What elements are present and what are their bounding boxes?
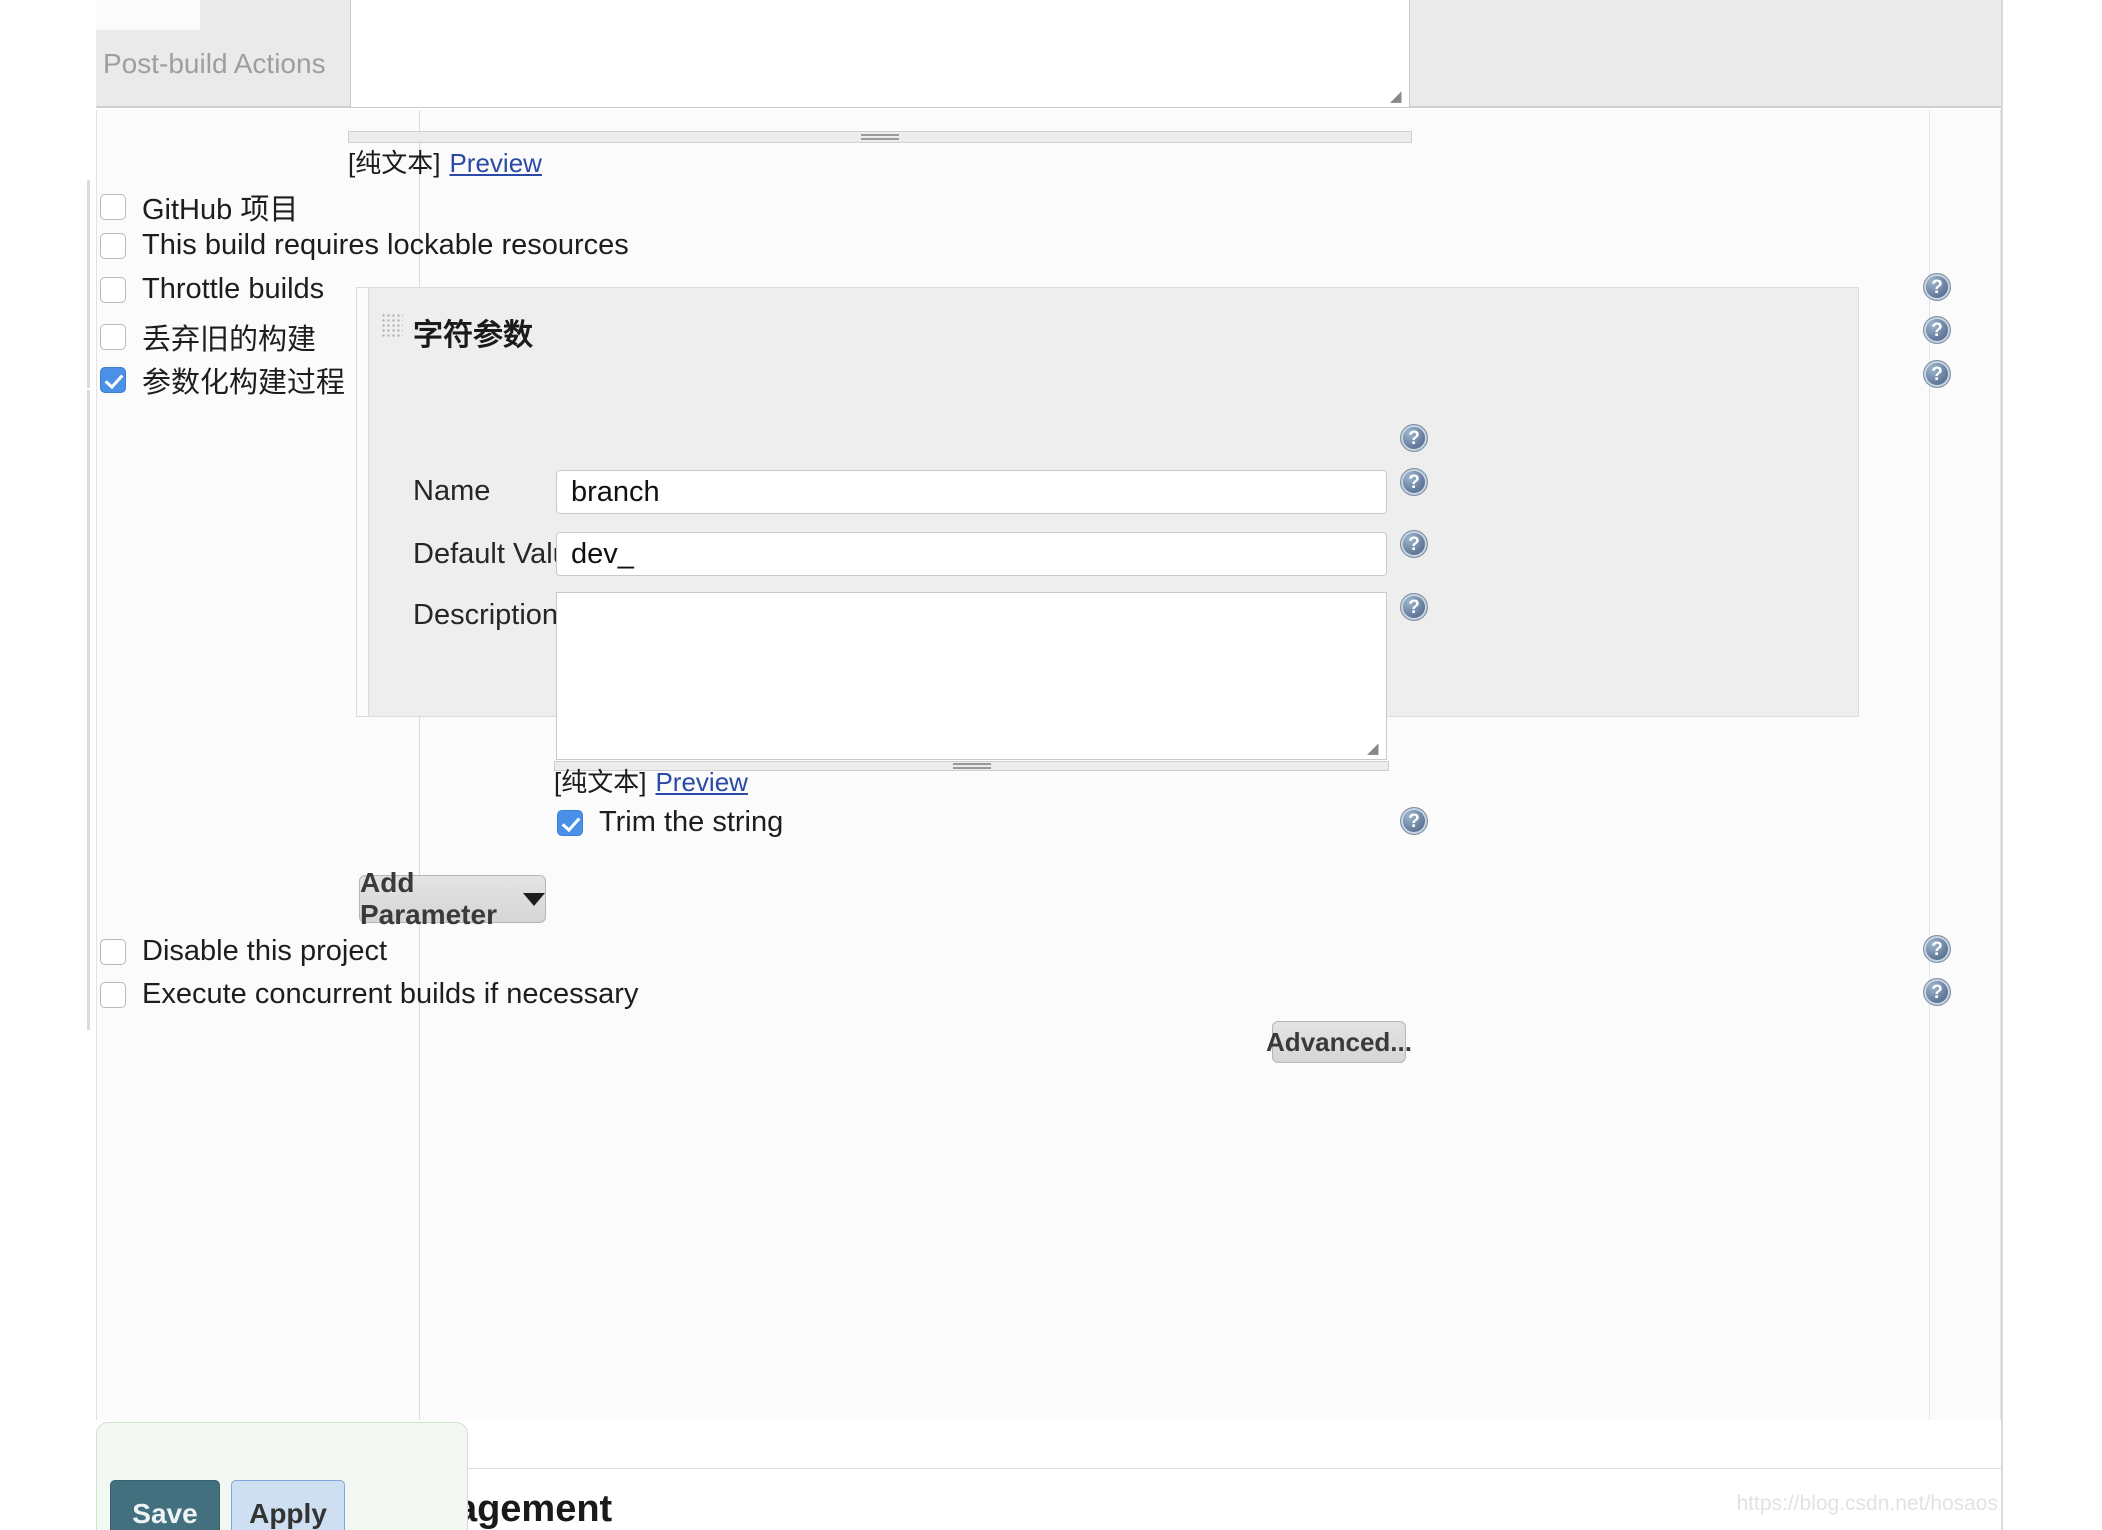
trim-the-string-label: Trim the string bbox=[599, 806, 783, 839]
watermark-text: https://blog.csdn.net/hosaos bbox=[1736, 1492, 1998, 1516]
parameter-panel-left-stripe bbox=[357, 288, 369, 716]
github-project-label: GitHub 项目 bbox=[142, 186, 298, 228]
parameter-default-value-input[interactable] bbox=[556, 532, 1387, 576]
grip-icon bbox=[861, 134, 899, 140]
checkbox-row-discard-old-builds[interactable]: 丢弃旧的构建 bbox=[100, 316, 316, 358]
parameter-preview-link[interactable]: Preview bbox=[655, 767, 747, 798]
help-icon-trim-the-string[interactable]: ? bbox=[1400, 807, 1428, 835]
chevron-down-icon bbox=[523, 893, 545, 906]
page-right-margin bbox=[2001, 0, 2102, 1530]
help-icon-discard-old-builds[interactable]: ? bbox=[1923, 316, 1951, 344]
option-group-guide-line-bottom bbox=[87, 930, 90, 1030]
tab-post-build-actions-label: Post-build Actions bbox=[103, 48, 326, 80]
checkbox-row-throttle-builds[interactable]: Throttle builds bbox=[100, 273, 324, 306]
save-button[interactable]: Save bbox=[110, 1480, 220, 1530]
disable-this-project-checkbox[interactable] bbox=[100, 939, 126, 965]
lockable-resources-checkbox[interactable] bbox=[100, 233, 126, 259]
checkbox-row-lockable-resources[interactable]: This build requires lockable resources bbox=[100, 229, 629, 262]
markup-type-label: [纯文本] bbox=[554, 762, 646, 799]
discard-old-builds-checkbox[interactable] bbox=[100, 324, 126, 350]
parameter-type-title: 字符参数 bbox=[413, 310, 533, 354]
help-icon-parameter-type[interactable]: ? bbox=[1400, 424, 1428, 452]
checkbox-row-trim-the-string[interactable]: Trim the string bbox=[557, 806, 783, 839]
help-icon-parameter-name[interactable]: ? bbox=[1400, 468, 1428, 496]
execute-concurrent-builds-checkbox[interactable] bbox=[100, 982, 126, 1008]
description-resize-splitter[interactable] bbox=[348, 131, 1412, 143]
parameterized-build-label: 参数化构建过程 bbox=[142, 359, 345, 401]
lockable-resources-label: This build requires lockable resources bbox=[142, 229, 629, 262]
resize-handle-icon[interactable]: ◢ bbox=[1390, 89, 1406, 105]
jenkins-job-config-page: General Source Code Management Build Tri… bbox=[0, 0, 2102, 1530]
discard-old-builds-label: 丢弃旧的构建 bbox=[142, 316, 316, 358]
parameter-name-label: Name bbox=[413, 475, 490, 508]
trim-the-string-checkbox[interactable] bbox=[557, 810, 583, 836]
apply-button-label: Apply bbox=[249, 1498, 327, 1530]
grip-icon bbox=[953, 763, 991, 769]
option-group-guide-line-mid bbox=[87, 390, 90, 930]
save-button-label: Save bbox=[132, 1498, 197, 1530]
parameter-description-label: Description bbox=[413, 599, 558, 632]
apply-button[interactable]: Apply bbox=[231, 1480, 345, 1530]
description-preview-link[interactable]: Preview bbox=[449, 148, 541, 179]
markup-type-label: [纯文本] bbox=[348, 143, 440, 180]
throttle-builds-label: Throttle builds bbox=[142, 273, 324, 306]
help-icon-parameter-description[interactable]: ? bbox=[1400, 593, 1428, 621]
execute-concurrent-builds-label: Execute concurrent builds if necessary bbox=[142, 978, 638, 1011]
tab-post-build-actions[interactable]: Post-build Actions bbox=[103, 36, 326, 92]
help-icon-execute-concurrent-builds[interactable]: ? bbox=[1923, 978, 1951, 1006]
advanced-button[interactable]: Advanced... bbox=[1272, 1021, 1406, 1063]
help-icon-parameterized-build[interactable]: ? bbox=[1923, 360, 1951, 388]
checkbox-row-execute-concurrent-builds[interactable]: Execute concurrent builds if necessary bbox=[100, 978, 638, 1011]
parameterized-build-checkbox[interactable] bbox=[100, 367, 126, 393]
checkbox-row-github-project[interactable]: GitHub 项目 bbox=[100, 186, 298, 228]
add-parameter-label: Add Parameter bbox=[360, 867, 507, 931]
checkbox-row-disable-this-project[interactable]: Disable this project bbox=[100, 935, 387, 968]
disable-this-project-label: Disable this project bbox=[142, 935, 387, 968]
help-icon-throttle-builds[interactable]: ? bbox=[1923, 273, 1951, 301]
description-textarea[interactable]: ◢ bbox=[350, 0, 1410, 108]
throttle-builds-checkbox[interactable] bbox=[100, 277, 126, 303]
parameter-markup-row: [纯文本] Preview bbox=[554, 762, 748, 799]
github-project-checkbox[interactable] bbox=[100, 194, 126, 220]
parameter-description-textarea[interactable]: ◢ bbox=[556, 592, 1387, 760]
help-icon-disable-this-project[interactable]: ? bbox=[1923, 935, 1951, 963]
checkbox-row-parameterized-build[interactable]: 参数化构建过程 bbox=[100, 359, 345, 401]
tab-general[interactable]: General bbox=[96, 0, 200, 30]
form-help-column bbox=[1929, 110, 2000, 1420]
add-parameter-button[interactable]: Add Parameter bbox=[359, 875, 546, 923]
tab-build-settings[interactable]: 构建设置 bbox=[1396, 0, 1528, 18]
advanced-button-label: Advanced... bbox=[1266, 1027, 1412, 1058]
parameter-name-input[interactable] bbox=[556, 470, 1387, 514]
drag-handle-icon[interactable] bbox=[381, 313, 403, 339]
description-markup-row: [纯文本] Preview bbox=[348, 143, 542, 180]
resize-handle-icon[interactable]: ◢ bbox=[1367, 741, 1383, 757]
option-group-guide-line-top bbox=[87, 180, 90, 388]
help-icon-parameter-default-value[interactable]: ? bbox=[1400, 530, 1428, 558]
